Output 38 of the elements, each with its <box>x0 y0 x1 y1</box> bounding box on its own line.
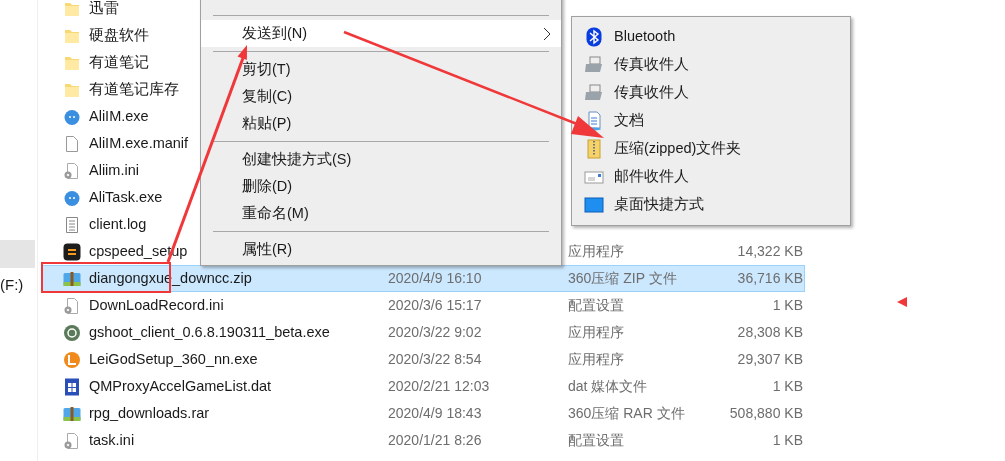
file-size: 28,308 KB <box>737 323 803 342</box>
file-name: Aliim.ini <box>89 160 139 180</box>
file-type: 应用程序 <box>568 243 624 259</box>
file-type: 360压缩 RAR 文件 <box>568 405 685 421</box>
file-size: 1 KB <box>772 431 803 450</box>
file-type: 配置设置 <box>568 297 624 313</box>
file-date: 2020/3/22 8:54 <box>388 351 482 367</box>
file-name: 有道笔记 <box>89 52 149 72</box>
file-size: 14,322 KB <box>737 242 803 261</box>
file-name: 迅雷 <box>89 0 119 18</box>
file-name: AliTask.exe <box>89 187 163 207</box>
file-date: 2020/4/9 16:10 <box>388 270 482 286</box>
file-name: rpg_downloads.rar <box>89 403 210 423</box>
file-size: 36,716 KB <box>737 269 803 288</box>
file-type: 360压缩 ZIP 文件 <box>568 270 677 286</box>
file-date: 2020/4/9 18:43 <box>388 405 482 421</box>
file-name: 有道笔记库存 <box>89 79 179 99</box>
file-name: gshoot_client_0.6.8.190311_beta.exe <box>89 322 330 342</box>
file-name: LeiGodSetup_360_nn.exe <box>89 349 258 369</box>
file-date: 2020/3/22 9:02 <box>388 324 482 340</box>
file-size: 29,307 KB <box>737 350 803 369</box>
file-name: AliIM.exe <box>89 106 149 126</box>
file-date: 2020/3/6 15:17 <box>388 297 482 313</box>
file-type: 应用程序 <box>568 324 624 340</box>
file-name: 硬盘软件 <box>89 25 149 45</box>
file-name: task.ini <box>89 430 135 450</box>
file-type: 应用程序 <box>568 351 624 367</box>
file-name: AliIM.exe.manif <box>89 133 189 153</box>
file-type: 配置设置 <box>568 432 624 448</box>
file-size: 1 KB <box>772 377 803 396</box>
file-name: QMProxyAccelGameList.dat <box>89 376 272 396</box>
file-date: 2020/2/21 12:03 <box>388 378 490 394</box>
file-size: 1 KB <box>772 296 803 315</box>
file-size: 508,880 KB <box>729 404 803 423</box>
file-date: 2020/1/21 8:26 <box>388 432 482 448</box>
file-name: client.log <box>89 214 147 234</box>
file-type: dat 媒体文件 <box>568 378 648 394</box>
file-name: DownLoadRecord.ini <box>89 295 224 315</box>
